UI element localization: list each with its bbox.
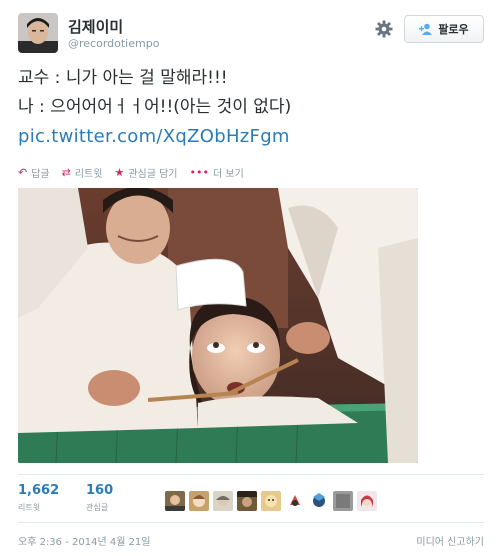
favoriter-avatar[interactable]: [309, 491, 329, 511]
favoriter-avatar[interactable]: [237, 491, 257, 511]
tweet-line-2: 나 : 으어어어ㅓㅓ어!!(아는 것이 없다): [18, 97, 292, 117]
favoriter-avatar[interactable]: [165, 491, 185, 511]
star-icon: ★: [114, 165, 125, 179]
user-name[interactable]: 김제이미: [68, 16, 123, 37]
retweet-count: 1,662: [18, 483, 60, 498]
retweet-stat[interactable]: 1,662 리트윗: [18, 483, 59, 513]
user-handle[interactable]: @recordotiempo: [68, 37, 159, 50]
more-icon: •••: [189, 165, 209, 179]
more-label: 더 보기: [212, 168, 244, 180]
favoriter-avatars: [165, 491, 377, 511]
favoriter-avatar[interactable]: [189, 491, 209, 511]
favorite-button[interactable]: ★ 관심글 담기: [114, 165, 177, 180]
favoriter-avatar[interactable]: [357, 491, 377, 511]
tweet-media-link[interactable]: pic.twitter.com/XqZObHzFgm: [18, 122, 484, 151]
tweet-text: 교수 : 니가 아는 걸 말해라!!! 나 : 으어어어ㅓㅓ어!!(아는 것이 …: [18, 64, 484, 151]
more-button[interactable]: ••• 더 보기: [190, 165, 244, 180]
tweet-photo[interactable]: [18, 188, 418, 463]
favorite-count-label: 관심글: [86, 503, 109, 512]
gear-icon[interactable]: [374, 19, 394, 39]
tweet-line-1: 교수 : 니가 아는 걸 말해라!!!: [18, 68, 228, 88]
favoriter-avatar[interactable]: [261, 491, 281, 511]
reply-button[interactable]: ↶ 답글: [18, 165, 50, 180]
tweet-stats: 1,662 리트윗 160 관심글: [18, 483, 484, 519]
follow-person-icon: [419, 23, 433, 35]
divider-top: [18, 474, 484, 475]
retweet-label: 리트윗: [74, 168, 103, 180]
tweet-header: 김제이미 @recordotiempo 팔로우: [18, 13, 484, 55]
favorite-count: 160: [86, 483, 114, 498]
retweet-count-label: 리트윗: [18, 503, 41, 512]
follow-button[interactable]: 팔로우: [404, 15, 484, 43]
report-media-link[interactable]: 미디어 신고하기: [416, 533, 484, 548]
reply-label: 답글: [31, 168, 50, 180]
follow-button-label: 팔로우: [438, 23, 469, 36]
tweet-timestamp[interactable]: 오후 2:36 - 2014년 4월 21일: [18, 533, 151, 548]
reply-icon: ↶: [18, 165, 28, 179]
retweet-button[interactable]: ⇄ 리트윗: [62, 165, 103, 180]
favorite-label: 관심글 담기: [128, 168, 178, 180]
favorite-stat[interactable]: 160 관심글: [86, 483, 113, 513]
avatar[interactable]: [18, 13, 58, 53]
favoriter-avatar[interactable]: [285, 491, 305, 511]
favoriter-avatar[interactable]: [213, 491, 233, 511]
retweet-icon: ⇄: [61, 165, 71, 179]
tweet-actions: ↶ 답글 ⇄ 리트윗 ★ 관심글 담기 ••• 더 보기: [18, 164, 244, 180]
favoriter-avatar[interactable]: [333, 491, 353, 511]
divider-bottom: [18, 522, 484, 523]
